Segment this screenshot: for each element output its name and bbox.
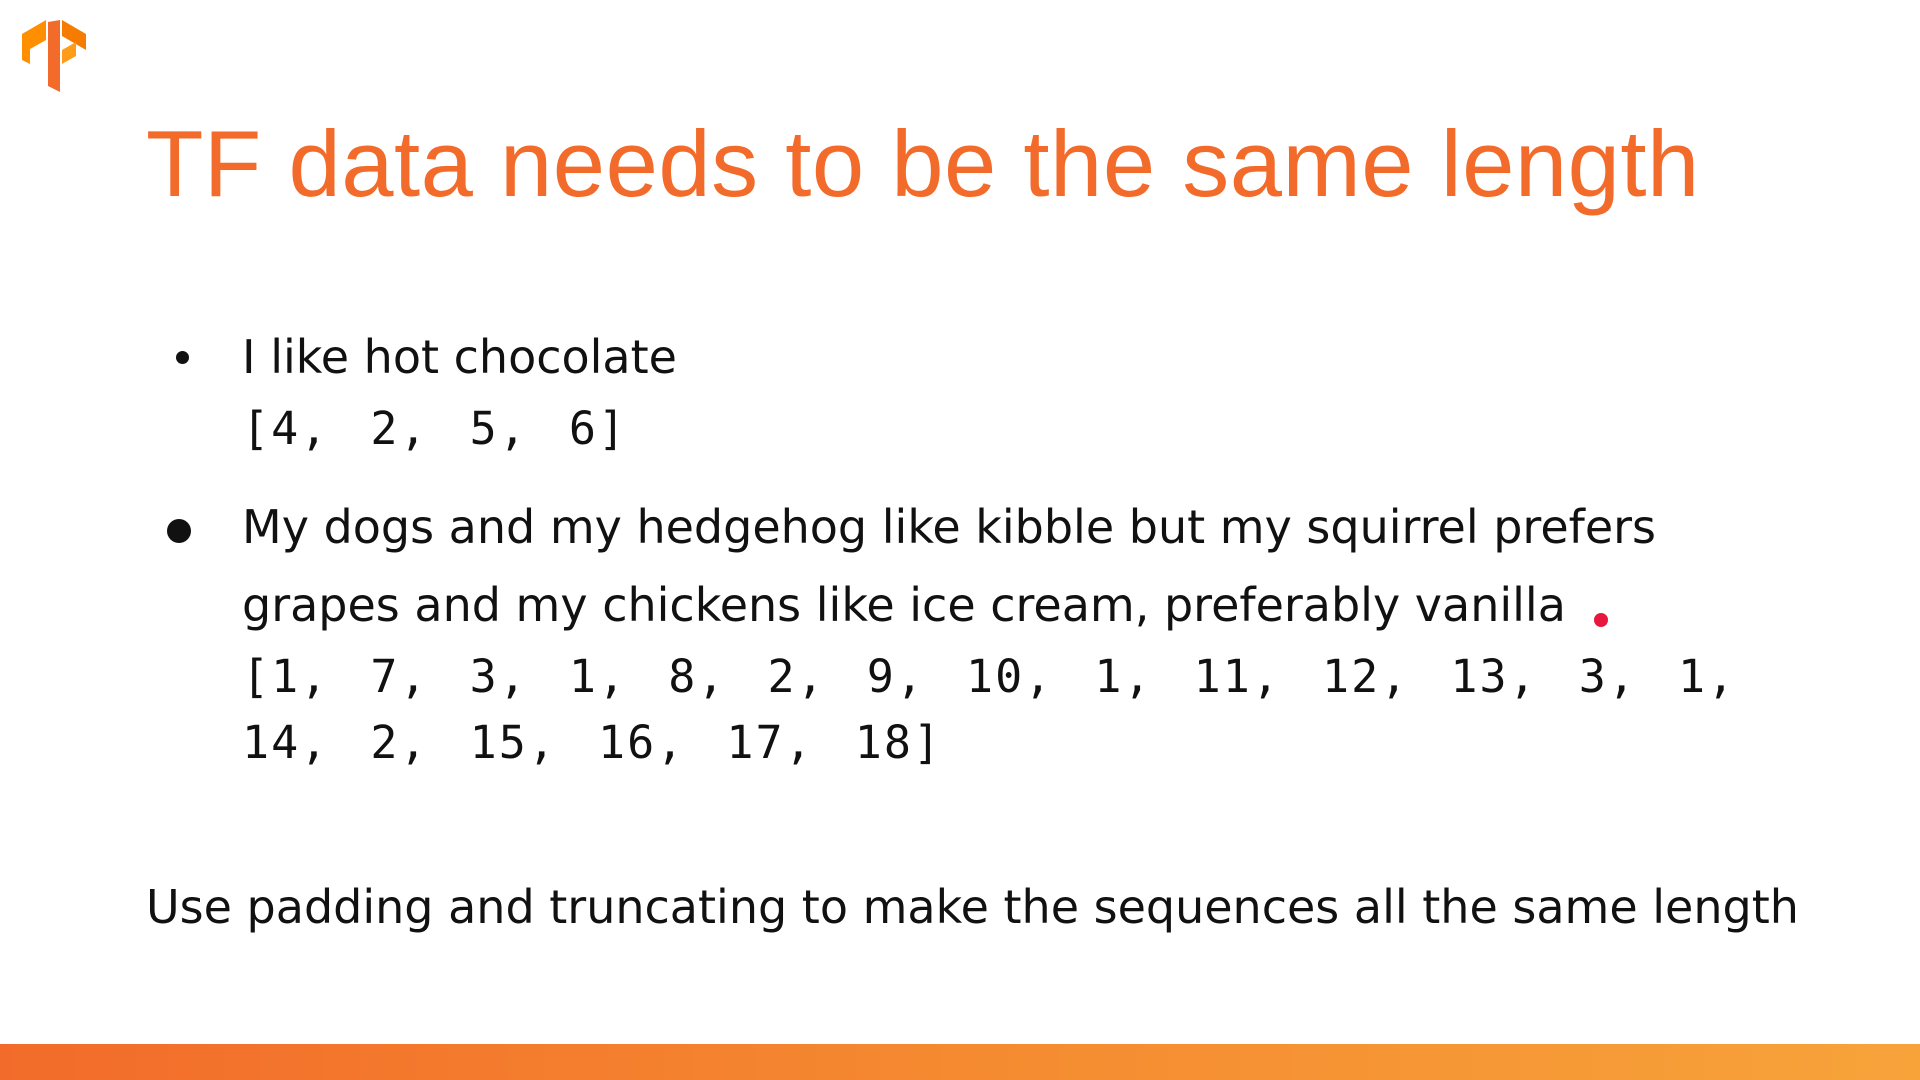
bullet-icon [176,351,189,364]
sentence-text: I like hot chocolate [242,330,677,384]
bullet-icon [167,519,191,543]
sequence-text: [4, 2, 5, 6] [242,402,628,455]
sequence-text: [1, 7, 3, 1, 8, 2, 9, 10, 1, 11, 12, 13,… [242,650,1737,769]
slide-title: TF data needs to be the same length [146,111,1700,216]
list-item: My dogs and my hedgehog like kibble but … [160,488,1780,776]
sentence-text: My dogs and my hedgehog like kibble but … [242,488,1780,644]
tensorflow-logo-icon [22,20,86,92]
laser-pointer-icon [1593,613,1608,627]
list-item: I like hot chocolate [4, 2, 5, 6] [160,318,1780,455]
accent-bar [0,1044,1920,1080]
slide: TF data needs to be the same length I li… [0,0,1920,1080]
footer-text: Use padding and truncating to make the s… [146,880,1799,934]
sentence-text-content: My dogs and my hedgehog like kibble but … [242,500,1657,632]
bullet-list: I like hot chocolate [4, 2, 5, 6] My dog… [160,318,1780,776]
